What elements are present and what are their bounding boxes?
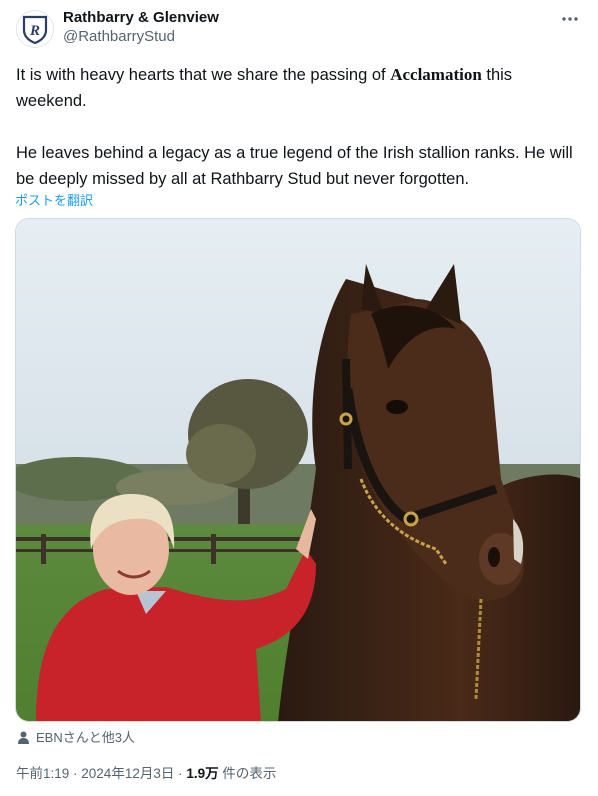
more-options-button[interactable]	[558, 10, 582, 28]
liked-by-text: EBNさんと他3人	[36, 730, 135, 745]
meta-separator: ·	[69, 766, 82, 781]
liked-by-row[interactable]: EBNさんと他3人	[17, 730, 135, 746]
account-avatar[interactable]: R	[16, 10, 54, 48]
translate-post-link[interactable]: ポストを翻訳	[15, 190, 93, 209]
stud-shield-logo-icon: R	[22, 15, 48, 44]
ellipsis-icon	[562, 17, 578, 21]
tweet-metadata: 午前1:19 · 2024年12月3日 · 1.9万 件の表示	[16, 765, 276, 783]
views-label: 件の表示	[218, 766, 277, 781]
tweet-text-part2: this weekend. He leaves behind a legacy …	[16, 66, 573, 188]
person-icon	[18, 731, 29, 744]
tweet-date-link[interactable]: 2024年12月3日	[81, 766, 174, 781]
tweet-text: It is with heavy hearts that we share th…	[16, 62, 586, 192]
tweet-text-horse-name: Acclamation	[390, 65, 482, 84]
tweet-time-link[interactable]: 午前1:19	[16, 766, 69, 781]
tweet-text-part1: It is with heavy hearts that we share th…	[16, 66, 391, 84]
photo-woman-with-horse	[16, 219, 580, 721]
views-count: 1.9万	[186, 766, 219, 781]
svg-text:R: R	[29, 23, 40, 39]
meta-separator: ·	[174, 766, 187, 781]
account-name[interactable]: Rathbarry & Glenview	[63, 9, 219, 27]
account-handle[interactable]: @RathbarryStud	[63, 28, 175, 46]
tweet-header: R Rathbarry & Glenview @RathbarryStud	[16, 8, 582, 48]
tweet-photo[interactable]	[15, 218, 581, 722]
